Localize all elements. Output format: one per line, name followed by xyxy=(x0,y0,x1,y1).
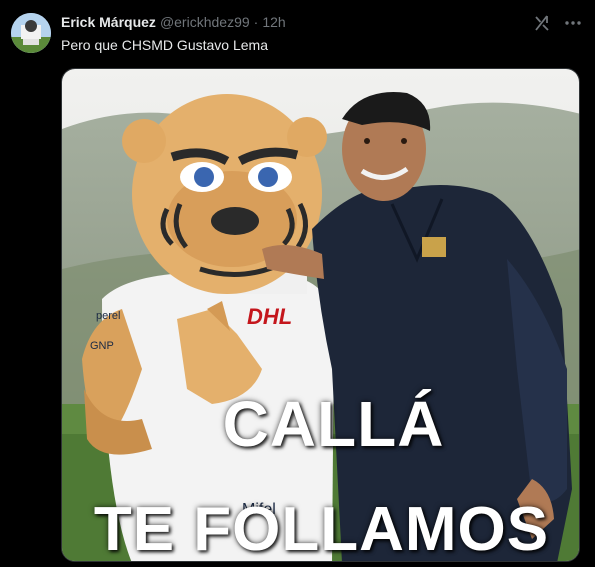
meme-photo: DHL perel GNP Mifel xyxy=(62,69,579,561)
shirt-side-text: GNP xyxy=(90,340,114,352)
avatar[interactable] xyxy=(11,13,51,53)
tweet-card: Erick Márquez @erickhdez99 · 12h Pero qu… xyxy=(0,0,595,567)
more-options-icon[interactable] xyxy=(563,13,583,33)
author-handle[interactable]: @erickhdez99 xyxy=(160,14,250,30)
tweet-media-image[interactable]: DHL perel GNP Mifel CALLÁ TE FOLLAMOS xyxy=(61,68,580,562)
separator-dot: · xyxy=(253,14,259,30)
shirt-sponsor-text: DHL xyxy=(247,304,292,329)
author-name[interactable]: Erick Márquez xyxy=(61,14,156,30)
tweet-text: Pero que CHSMD Gustavo Lema xyxy=(61,37,268,53)
grok-icon[interactable] xyxy=(532,13,552,33)
tweet-header: Erick Márquez @erickhdez99 · 12h xyxy=(61,14,286,32)
meme-caption-line2: TE FOLLAMOS xyxy=(93,495,550,562)
timestamp[interactable]: 12h xyxy=(262,14,285,30)
shirt-brand-text: perel xyxy=(96,310,120,322)
meme-caption-line1: CALLÁ xyxy=(222,388,445,460)
